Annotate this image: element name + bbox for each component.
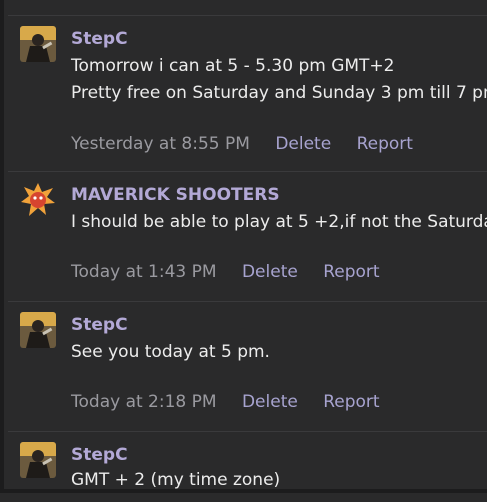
author-name[interactable]: StepC <box>71 29 128 49</box>
author-name[interactable]: MAVERICK SHOOTERS <box>71 185 280 205</box>
message-item: MAVERICK SHOOTERS I should be able to pl… <box>8 172 487 302</box>
timestamp: Today at 1:43 PM <box>71 262 217 282</box>
person-avatar-icon[interactable] <box>20 26 56 62</box>
bottom-scroll-rail <box>0 489 487 493</box>
report-button[interactable]: Report <box>323 392 379 412</box>
person-avatar-icon[interactable] <box>20 442 56 478</box>
person-avatar-icon[interactable] <box>20 312 56 348</box>
message-text-line: See you today at 5 pm. <box>71 342 270 362</box>
message-item: StepC Tomorrow i can at 5 - 5.30 pm GMT+… <box>8 16 487 172</box>
message-item: StepC See you today at 5 pm. Today at 2:… <box>8 302 487 432</box>
timestamp: Today at 2:18 PM <box>71 392 217 412</box>
message-text-line: Tomorrow i can at 5 - 5.30 pm GMT+2 <box>71 56 395 76</box>
message-text-line: I should be able to play at 5 +2,if not … <box>71 212 487 232</box>
message-text-line: GMT + 2 (my time zone) <box>71 470 281 490</box>
maverick-logo-icon[interactable] <box>20 182 56 218</box>
author-name[interactable]: StepC <box>71 445 128 465</box>
author-name[interactable]: StepC <box>71 315 128 335</box>
timestamp: Yesterday at 8:55 PM <box>71 134 250 154</box>
left-scroll-rail <box>0 0 4 493</box>
report-button[interactable]: Report <box>323 262 379 282</box>
report-button[interactable]: Report <box>357 134 413 154</box>
message-text-line: Pretty free on Saturday and Sunday 3 pm … <box>71 83 487 103</box>
delete-button[interactable]: Delete <box>275 134 331 154</box>
message-meta: Today at 1:43 PM Delete Report <box>71 262 400 282</box>
delete-button[interactable]: Delete <box>242 392 298 412</box>
delete-button[interactable]: Delete <box>242 262 298 282</box>
message-meta: Yesterday at 8:55 PM Delete Report <box>71 134 433 154</box>
message-meta: Today at 2:18 PM Delete Report <box>71 392 400 412</box>
